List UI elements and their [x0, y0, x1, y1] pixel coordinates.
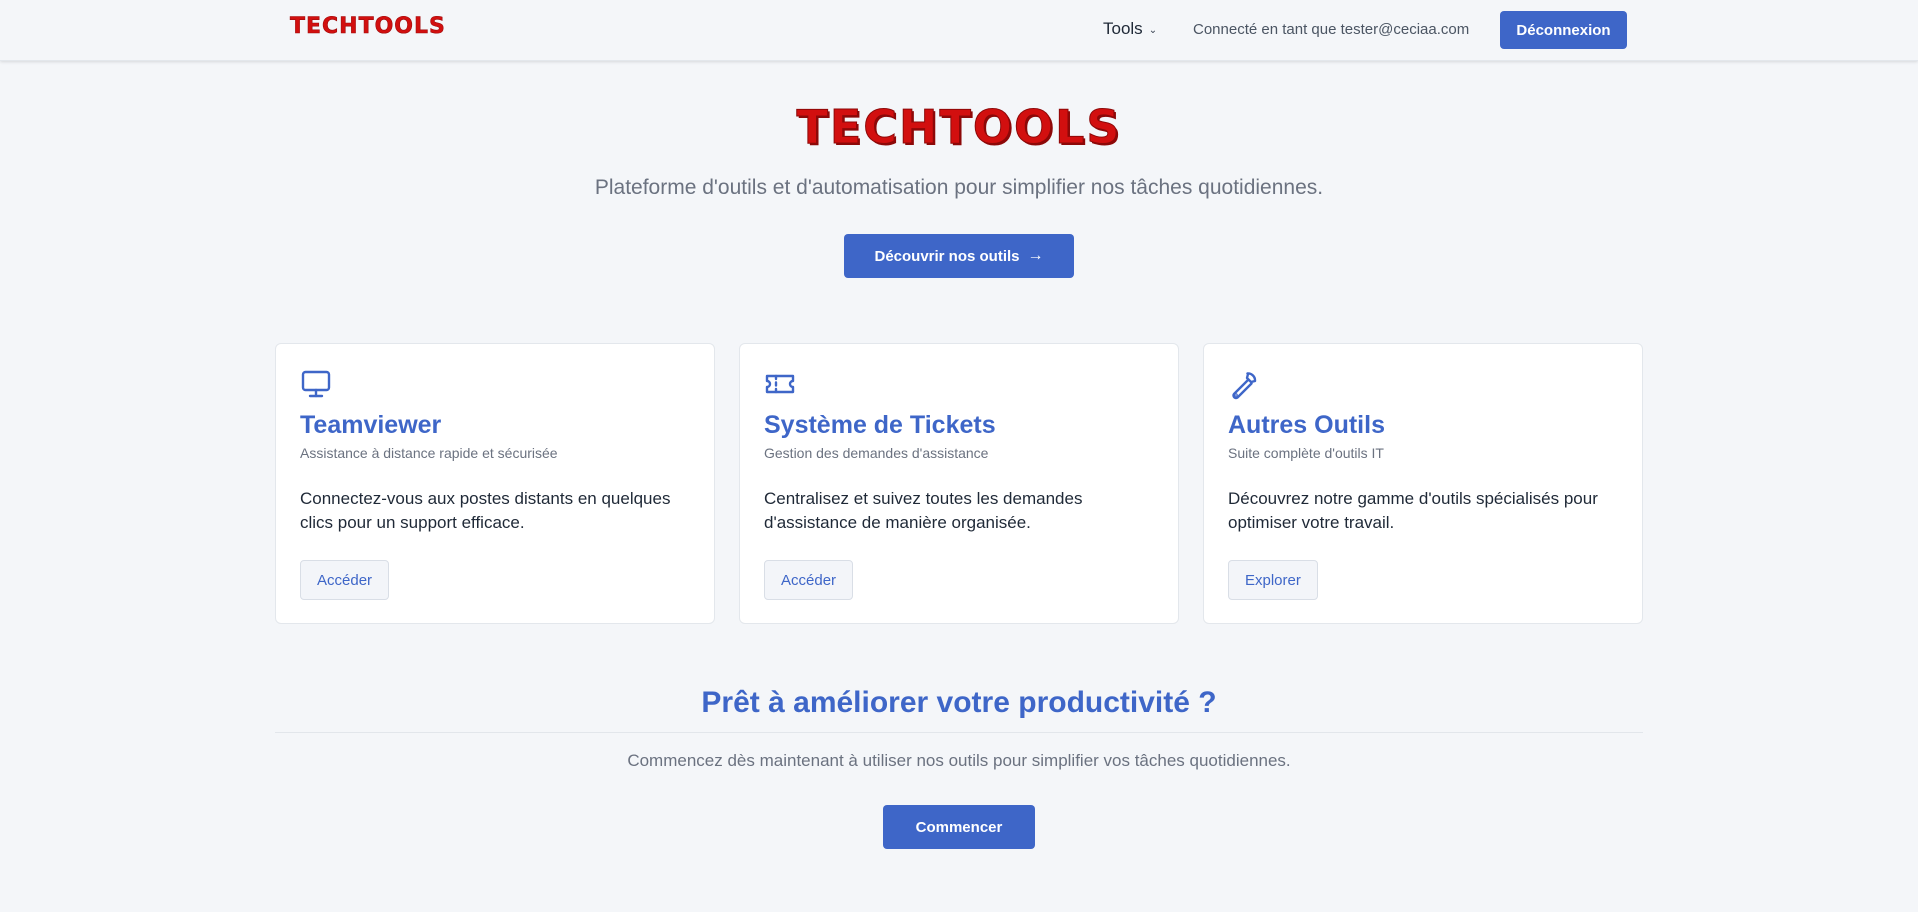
tools-dropdown-label: Tools — [1103, 19, 1143, 38]
card-subtitle: Assistance à distance rapide et sécurisé… — [300, 445, 558, 461]
chevron-down-icon: ⌄ — [1148, 24, 1158, 36]
card-subtitle: Suite complète d'outils IT — [1228, 445, 1384, 461]
tickets-access-button[interactable]: Accéder — [764, 560, 854, 600]
card-title: Autres Outils — [1228, 411, 1385, 439]
start-button[interactable]: Commencer — [883, 805, 1035, 849]
hero-logo: TECHTOOLS — [796, 100, 1122, 155]
tool-card-teamviewer: Teamviewer Assistance à distance rapide … — [275, 343, 715, 624]
card-description: Centralisez et suivez toutes les demande… — [764, 489, 1083, 532]
hero-subtitle: Plateforme d'outils et d'automatisation … — [594, 176, 1324, 199]
card-subtitle: Gestion des demandes d'assistance — [764, 445, 989, 461]
arrow-right-icon: → — [1027, 247, 1044, 264]
logged-in-user-text: Connecté en tant que tester@ceciaa.com — [1193, 21, 1470, 38]
navbar: TECHTOOLS Tools ⌄ Connecté en tant que t… — [0, 0, 1918, 61]
divider — [275, 732, 1643, 733]
card-description: Connectez-vous aux postes distants en qu… — [300, 489, 671, 532]
wrench-icon — [1228, 368, 1260, 400]
explore-tools-button[interactable]: Explorer — [1228, 560, 1318, 600]
nav-logo[interactable]: TECHTOOLS — [290, 14, 446, 40]
tools-dropdown[interactable]: Tools ⌄ — [1103, 19, 1157, 39]
card-title: Teamviewer — [300, 411, 442, 439]
card-description: Découvrez notre gamme d'outils spécialis… — [1228, 489, 1598, 532]
tool-card-tickets: Système de Tickets Gestion des demandes … — [739, 343, 1179, 624]
card-title: Système de Tickets — [764, 411, 996, 439]
discover-tools-button[interactable]: Découvrir nos outils → — [844, 234, 1074, 278]
logout-button[interactable]: Déconnexion — [1500, 11, 1627, 49]
teamviewer-access-button[interactable]: Accéder — [300, 560, 390, 600]
monitor-icon — [300, 368, 332, 400]
discover-tools-label: Découvrir nos outils — [874, 247, 1020, 265]
tool-card-other-tools: Autres Outils Suite complète d'outils IT… — [1203, 343, 1643, 624]
bottom-cta-text: Commencez dès maintenant à utiliser nos … — [627, 751, 1291, 770]
bottom-cta-title: Prêt à améliorer votre productivité ? — [701, 686, 1217, 719]
ticket-icon — [764, 368, 796, 400]
